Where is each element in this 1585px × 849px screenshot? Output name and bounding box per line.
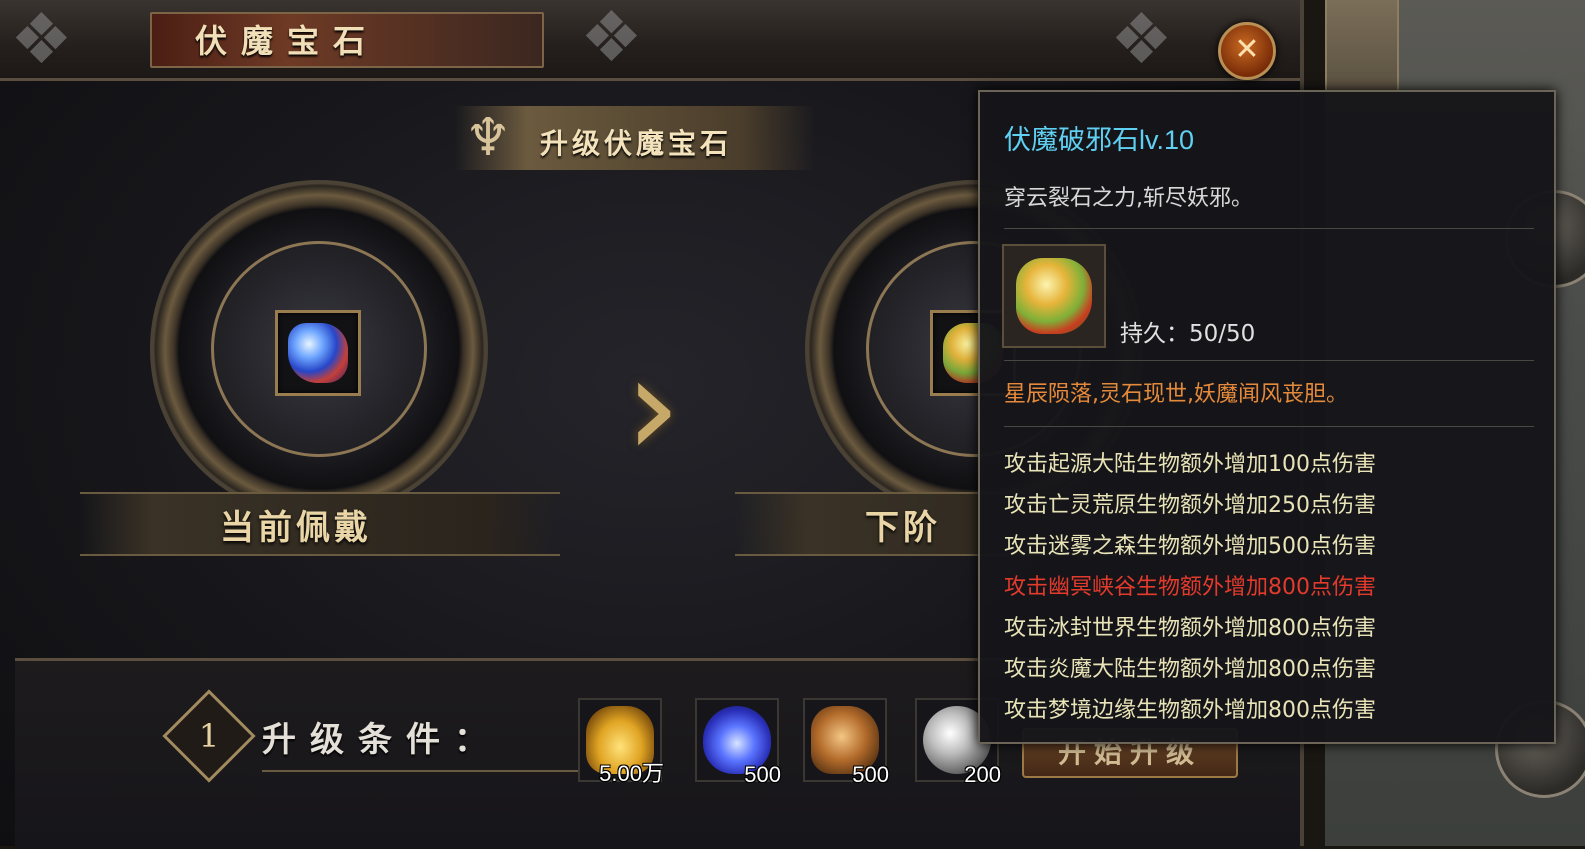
material-count: 500	[852, 762, 889, 787]
blue-gem-icon	[288, 323, 348, 383]
material-item[interactable]: 500	[695, 698, 781, 787]
close-icon: ✕	[1234, 32, 1260, 67]
current-gem-label: 当前佩戴	[220, 508, 372, 548]
item-tooltip: 伏魔破邪石lv.10 穿云裂石之力,斩尽妖邪。 持久：50/50 星辰陨落,灵石…	[978, 90, 1556, 744]
tooltip-title: 伏魔破邪石lv.10	[1004, 125, 1195, 155]
tooltip-effect: 攻击炎魔大陆生物额外增加800点伤害	[1004, 657, 1376, 682]
world-pillar	[1325, 0, 1399, 90]
close-button[interactable]: ✕	[1218, 22, 1276, 80]
tooltip-description: 穿云裂石之力,斩尽妖邪。	[1004, 186, 1253, 211]
dragon-ornament-icon: ❖	[1110, 0, 1173, 80]
chevron-right-icon: ›	[625, 326, 681, 489]
dragon-ornament-icon: ❖	[10, 0, 73, 80]
tooltip-effect: 攻击起源大陆生物额外增加100点伤害	[1004, 452, 1376, 477]
tooltip-divider	[1004, 228, 1534, 229]
green-gem-icon	[1016, 258, 1092, 334]
tooltip-effect: 攻击迷雾之森生物额外增加500点伤害	[1004, 534, 1376, 559]
material-count: 5.00万	[599, 761, 664, 786]
upgrade-header-text: 升级伏魔宝石	[540, 127, 733, 160]
material-count: 200	[964, 762, 1001, 787]
conditions-underline	[262, 770, 612, 772]
dragon-ornament-icon: ❖	[580, 0, 643, 78]
tooltip-lore: 星辰陨落,灵石现世,妖魔闻风丧胆。	[1004, 382, 1348, 407]
tooltip-divider	[1004, 360, 1534, 361]
tooltip-effect: 攻击梦境边缘生物额外增加800点伤害	[1004, 698, 1376, 723]
conditions-label: 升级条件：	[262, 720, 502, 760]
demon-emblem-icon: ♆	[464, 108, 512, 168]
panel-title: 伏魔宝石	[195, 22, 380, 60]
tooltip-effect-highlight: 攻击幽冥峡谷生物额外增加800点伤害	[1004, 575, 1376, 600]
next-gem-label: 下阶	[865, 508, 941, 548]
tooltip-durability: 持久：50/50	[1120, 321, 1256, 347]
tooltip-effect: 攻击亡灵荒原生物额外增加250点伤害	[1004, 493, 1376, 518]
tooltip-item-frame	[1002, 244, 1106, 348]
material-count: 500	[744, 762, 781, 787]
tooltip-effect: 攻击冰封世界生物额外增加800点伤害	[1004, 616, 1376, 641]
step-number: 1	[198, 717, 220, 755]
material-item[interactable]: 500	[803, 698, 889, 787]
material-item[interactable]: 5.00万	[578, 698, 664, 786]
tooltip-divider	[1004, 426, 1534, 427]
current-gem-slot[interactable]	[275, 310, 361, 396]
